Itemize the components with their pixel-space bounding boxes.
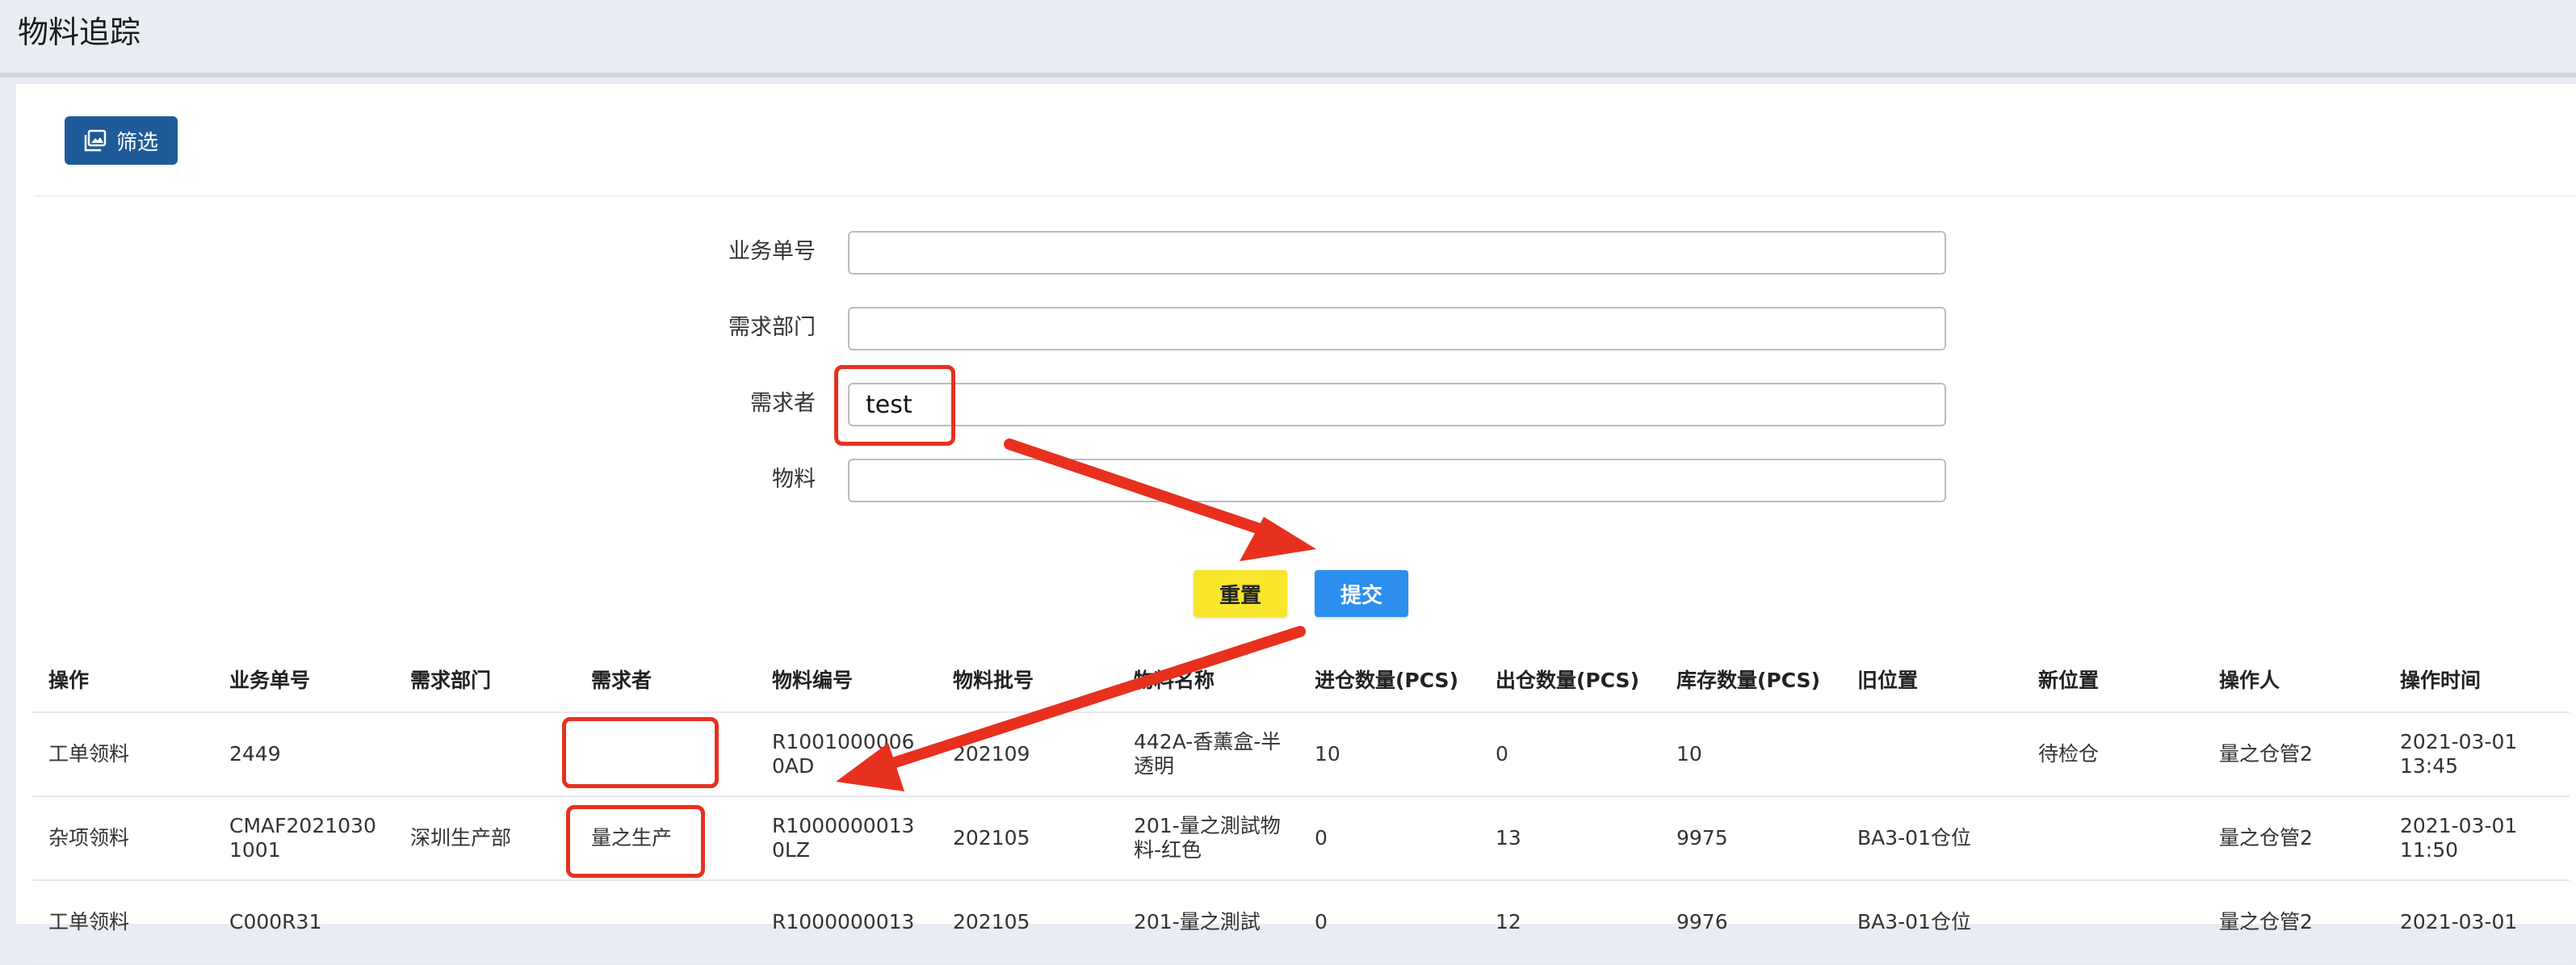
table-cell: 9975 — [1660, 796, 1841, 881]
table-cell — [575, 712, 756, 797]
table-cell: 201-量之測試 — [1118, 880, 1298, 965]
column-header[interactable]: 进仓数量(PCS) — [1298, 649, 1479, 713]
table-cell: 442A-香薰盒-半透明 — [1118, 712, 1298, 797]
table-header-row: 操作 业务单号 需求部门 需求者 物料编号 物料批号 物料名称 进仓数量(PCS… — [32, 649, 2570, 713]
table-cell: 量之仓管2 — [2203, 712, 2384, 797]
table-row[interactable]: 工单领料 C000R31 R1000000013 202105 201-量之測試… — [32, 880, 2570, 965]
table-cell: R1000000013 — [756, 880, 937, 965]
table-cell: 10 — [1298, 712, 1479, 797]
column-header[interactable]: 需求者 — [575, 649, 756, 713]
material-input[interactable] — [848, 459, 1946, 502]
table-cell: 12 — [1479, 880, 1660, 965]
table-cell: BA3-01仓位 — [1841, 880, 2022, 965]
table-cell: 9976 — [1660, 880, 1841, 965]
table-cell: C000R31 — [213, 880, 394, 965]
table-cell: 10 — [1660, 712, 1841, 797]
column-header[interactable]: 需求部门 — [394, 649, 575, 713]
table-cell: R1001000006 0AD — [756, 712, 937, 797]
requester-input[interactable] — [848, 383, 1946, 426]
table-cell: 201-量之測試物料-红色 — [1118, 796, 1298, 881]
table-cell: 202105 — [937, 880, 1118, 965]
department-label: 需求部门 — [728, 315, 816, 340]
column-header[interactable]: 出仓数量(PCS) — [1479, 649, 1660, 713]
column-header[interactable]: 旧位置 — [1841, 649, 2022, 713]
form-row-department: 需求部门 — [16, 304, 2576, 352]
column-header[interactable]: 业务单号 — [213, 649, 394, 713]
column-header[interactable]: 物料批号 — [937, 649, 1118, 713]
table-cell: 待检仓 — [2022, 712, 2203, 797]
table-cell: 0 — [1479, 712, 1660, 797]
order-no-input[interactable] — [848, 231, 1946, 275]
table-cell: 2449 — [213, 712, 394, 797]
filter-button[interactable]: 筛选 — [65, 116, 178, 165]
table-cell: 2021-03-01 13:45 — [2384, 712, 2570, 797]
table-cell: 深圳生产部 — [394, 796, 575, 881]
reset-button[interactable]: 重置 — [1194, 570, 1287, 617]
table-cell: CMAF2021030 1001 — [213, 796, 394, 881]
table-cell: BA3-01仓位 — [1841, 796, 2022, 881]
order-no-label: 业务单号 — [728, 239, 816, 264]
form-row-requester: 需求者 — [16, 380, 2576, 428]
table-cell — [575, 880, 756, 965]
table-cell: 2021-03-01 — [2384, 880, 2570, 965]
table-cell: 量之仓管2 — [2203, 880, 2384, 965]
table-cell — [394, 712, 575, 797]
form-row-material: 物料 — [16, 455, 2576, 504]
toolbar-divider — [34, 195, 2576, 197]
material-label: 物料 — [772, 467, 816, 492]
image-filter-icon — [84, 129, 107, 152]
table-cell: 量之仓管2 — [2203, 796, 2384, 881]
top-bar: 物料追踪 — [0, 0, 2576, 78]
column-header[interactable]: 操作 — [32, 649, 213, 713]
column-header[interactable]: 新位置 — [2022, 649, 2203, 713]
table-cell: 杂项领料 — [32, 796, 213, 881]
table-cell: 202105 — [937, 796, 1118, 881]
table-cell — [2022, 796, 2203, 881]
main-panel: 筛选 业务单号 需求部门 需求者 物料 重置 提交 操作 业务单号 需求部门 — [16, 84, 2576, 965]
table-row[interactable]: 工单领料 2449 R1001000006 0AD 202109 442A-香薰… — [32, 712, 2570, 797]
table-cell — [394, 880, 575, 965]
submit-button[interactable]: 提交 — [1315, 570, 1408, 617]
table-cell: 2021-03-01 11:50 — [2384, 796, 2570, 881]
department-input[interactable] — [848, 307, 1946, 350]
column-header[interactable]: 库存数量(PCS) — [1660, 649, 1841, 713]
column-header[interactable]: 操作人 — [2203, 649, 2384, 713]
column-header[interactable]: 物料编号 — [756, 649, 937, 713]
table-cell: 工单领料 — [32, 880, 213, 965]
filter-button-label: 筛选 — [115, 130, 158, 155]
page-title: 物料追踪 — [18, 15, 141, 50]
table-cell: 0 — [1298, 796, 1479, 881]
table-cell: 0 — [1298, 880, 1479, 965]
form-row-order-no: 业务单号 — [16, 228, 2576, 276]
table-cell: 工单领料 — [32, 712, 213, 797]
table-cell — [1841, 712, 2022, 797]
requester-label: 需求者 — [750, 391, 816, 416]
material-tracking-table: 操作 业务单号 需求部门 需求者 物料编号 物料批号 物料名称 进仓数量(PCS… — [32, 649, 2570, 965]
table-cell: R1000000013 0LZ — [756, 796, 937, 881]
table-cell — [2022, 880, 2203, 965]
table-cell: 13 — [1479, 796, 1660, 881]
table-cell: 202109 — [937, 712, 1118, 797]
column-header[interactable]: 操作时间 — [2384, 649, 2570, 713]
column-header[interactable]: 物料名称 — [1118, 649, 1298, 713]
table-row[interactable]: 杂项领料 CMAF2021030 1001 深圳生产部 量之生产 R100000… — [32, 796, 2570, 881]
table-cell: 量之生产 — [575, 796, 756, 881]
